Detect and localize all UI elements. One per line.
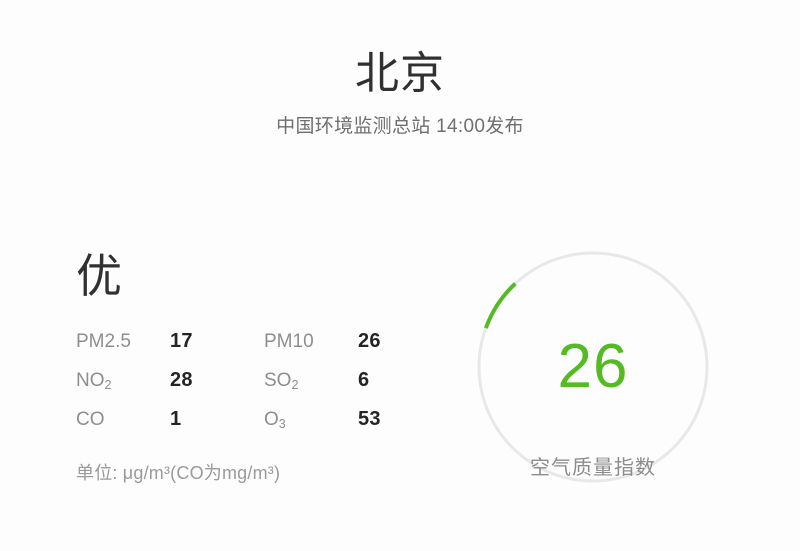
pollutant-label: SO2 (264, 370, 358, 392)
air-quality-card: 北京 中国环境监测总站 14:00发布 优 PM2.5 17 PM10 26 N… (0, 0, 800, 551)
header: 北京 中国环境监测总站 14:00发布 (0, 0, 800, 140)
units-note: 单位: μg/m³(CO为mg/m³) (76, 463, 281, 483)
table-row: CO 1 O3 53 (76, 408, 406, 447)
pollutant-value: 28 (170, 369, 193, 391)
pollutant-value: 6 (358, 369, 370, 391)
pollutant-label-subscript: 3 (278, 417, 286, 431)
pollutant-label: CO (76, 409, 170, 431)
pollutant-label-text: SO (264, 370, 292, 391)
aqi-gauge: 26 (477, 251, 709, 483)
table-row: NO2 28 SO2 6 (76, 369, 406, 408)
pollutant-value: 53 (358, 408, 381, 430)
aqi-value: 26 (557, 332, 629, 401)
pollutant-grid: PM2.5 17 PM10 26 NO2 28 SO2 6 CO 1 O3 53 (76, 330, 406, 447)
pollutant-label: O3 (264, 409, 358, 431)
pollutant-item-pm10: PM10 26 (264, 330, 414, 353)
pollutant-label: NO2 (76, 370, 170, 392)
pollutant-label-text: PM10 (264, 331, 314, 352)
air-quality-level-label: 优 (76, 250, 123, 302)
pollutant-label-text: CO (76, 409, 105, 430)
pollutant-item-co: CO 1 (76, 408, 264, 431)
page-title: 北京 (355, 49, 445, 98)
pollutant-label-text: PM2.5 (76, 331, 131, 352)
pollutant-label-subscript: 2 (104, 378, 112, 392)
pollutant-label-text: NO (76, 370, 105, 391)
pollutant-label: PM10 (264, 331, 358, 353)
pollutant-item-no2: NO2 28 (76, 369, 264, 392)
pollutant-item-o3: O3 53 (264, 408, 414, 431)
pollutant-value: 17 (170, 330, 193, 352)
pollutant-label: PM2.5 (76, 331, 170, 353)
aqi-caption: 空气质量指数 (530, 457, 656, 479)
table-row: PM2.5 17 PM10 26 (76, 330, 406, 369)
pollutant-item-pm25: PM2.5 17 (76, 330, 264, 353)
data-source-timestamp: 中国环境监测总站 14:00发布 (276, 116, 524, 137)
pollutant-value: 1 (170, 408, 182, 430)
pollutant-label-subscript: 2 (291, 378, 299, 392)
pollutant-label-text: O (264, 409, 279, 430)
pollutant-value: 26 (358, 330, 381, 352)
pollutant-panel: 优 PM2.5 17 PM10 26 NO2 28 SO2 6 CO 1 O3 … (76, 248, 436, 485)
pollutant-item-so2: SO2 6 (264, 369, 414, 392)
